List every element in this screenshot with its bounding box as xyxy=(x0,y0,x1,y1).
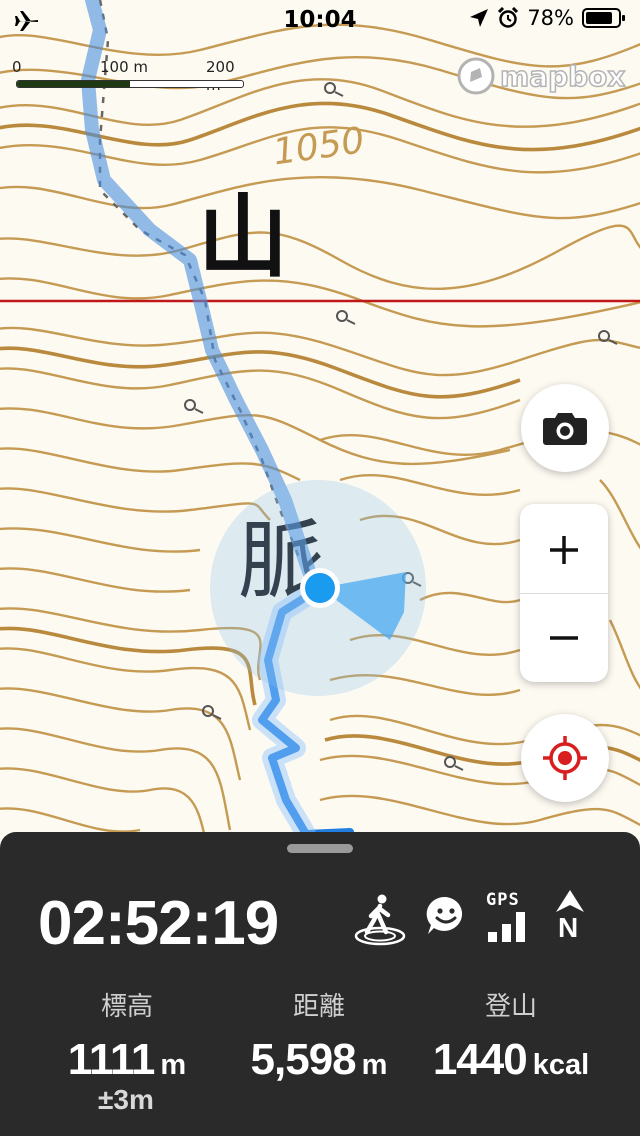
smiley-bubble-icon[interactable] xyxy=(424,894,468,938)
stat-elevation-unit: m xyxy=(160,1049,187,1081)
map-scale-bar: 0 100 m 200 m xyxy=(12,58,252,94)
stat-distance: 距離 5,598 m xyxy=(224,986,414,1085)
alarm-icon xyxy=(498,7,519,28)
location-dot-core xyxy=(305,573,335,603)
gps-label: GPS xyxy=(486,890,520,910)
compass-north-label: N xyxy=(558,912,579,943)
stat-distance-label: 距離 xyxy=(292,992,345,1022)
crosshair-target-icon xyxy=(543,736,587,780)
location-services-icon xyxy=(470,9,489,27)
zoom-out-button[interactable] xyxy=(520,594,608,682)
walking-person-icon[interactable] xyxy=(352,892,408,946)
signal-bars-icon xyxy=(488,912,525,942)
scale-label-200: 200 m xyxy=(206,58,235,94)
compass-indicator[interactable]: N xyxy=(552,890,588,946)
gps-signal-indicator: GPS xyxy=(486,890,532,944)
stat-distance-unit: m xyxy=(361,1049,388,1081)
stat-elevation-label: 標高 xyxy=(100,992,153,1022)
mapbox-logo-icon xyxy=(457,57,495,95)
mapbox-wordmark: mapbox xyxy=(499,59,626,94)
elapsed-time: 02:52:19 xyxy=(38,889,279,958)
stat-distance-value: 5,598 xyxy=(250,1035,357,1084)
stat-elevation-accuracy: ±3m xyxy=(98,1084,154,1115)
current-location-button[interactable] xyxy=(521,714,609,802)
zoom-controls xyxy=(520,504,608,682)
scale-label-0: 0 xyxy=(12,58,22,76)
scale-bar-fill xyxy=(17,81,130,87)
battery-percentage: 78% xyxy=(527,6,574,30)
compass-arrow-icon xyxy=(556,890,584,912)
camera-icon xyxy=(543,413,587,445)
stat-calories-unit: kcal xyxy=(532,1049,590,1081)
stat-elevation: 標高 1111 m xyxy=(32,986,222,1085)
stat-calories: 登山 1440 kcal xyxy=(416,986,606,1085)
stat-elevation-value: 1111 xyxy=(67,1035,156,1084)
stat-calories-label: 登山 xyxy=(484,992,537,1022)
scale-bar-track xyxy=(16,80,244,88)
map-place-char-1: 山 xyxy=(198,185,288,290)
minus-icon xyxy=(550,636,578,640)
stat-calories-value: 1440 xyxy=(432,1035,528,1084)
panel-status-icons: GPS N xyxy=(352,890,592,948)
zoom-in-button[interactable] xyxy=(520,506,608,594)
scale-label-100: 100 m xyxy=(100,58,149,76)
status-bar: 10:04 78% xyxy=(0,0,640,40)
plus-icon xyxy=(550,536,578,564)
camera-button[interactable] xyxy=(521,384,609,472)
activity-panel: 02:52:19 GPS N 標高 1111 m ±3m 距離 5,598 m … xyxy=(0,832,640,1136)
panel-drag-handle[interactable] xyxy=(287,844,353,853)
battery-icon xyxy=(582,8,625,28)
mapbox-attribution[interactable]: mapbox xyxy=(456,56,626,96)
